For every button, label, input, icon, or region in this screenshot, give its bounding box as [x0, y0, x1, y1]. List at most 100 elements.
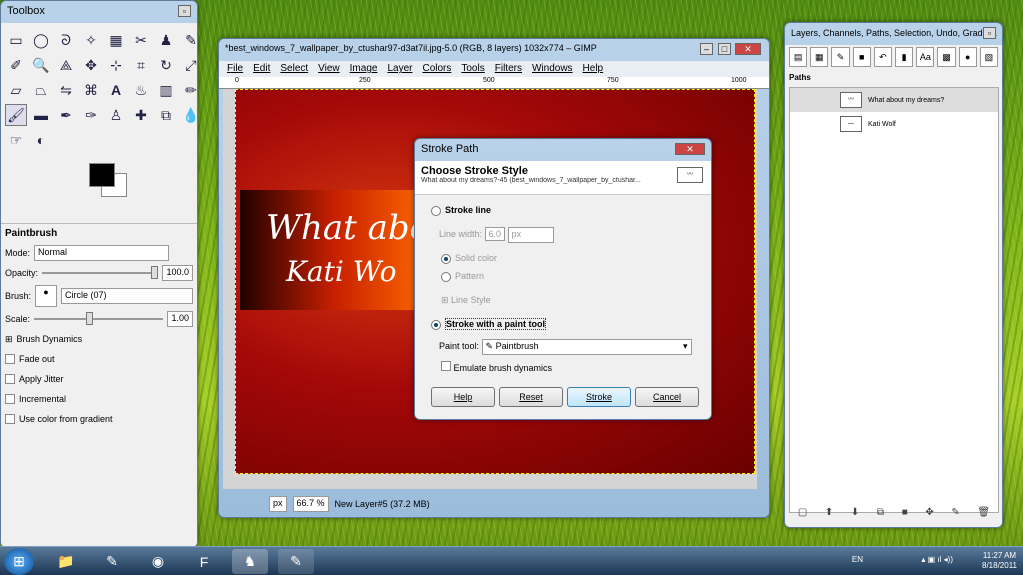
notepad-icon[interactable]: ✎	[94, 549, 130, 574]
maximize-icon[interactable]: □	[718, 43, 731, 55]
channels-tab-icon[interactable]: ▦	[810, 47, 829, 67]
scale-tool-icon[interactable]: ⤢	[180, 54, 197, 76]
emulate-dynamics-checkbox[interactable]	[441, 361, 451, 371]
incremental-checkbox[interactable]	[5, 394, 15, 404]
color-select-tool-icon[interactable]: ▦	[105, 29, 127, 51]
menu-item[interactable]: Layer	[387, 63, 412, 75]
pencil-tool-icon[interactable]: ✏	[180, 79, 197, 101]
shear-tool-icon[interactable]: ▱	[5, 79, 27, 101]
raise-icon[interactable]: ⬆	[825, 507, 833, 523]
line-unit-select[interactable]: px	[507, 227, 554, 243]
cage-tool-icon[interactable]: ⌘	[80, 79, 102, 101]
menu-item[interactable]: Windows	[532, 63, 573, 75]
menu-item[interactable]: View	[318, 63, 340, 75]
opacity-slider[interactable]	[42, 266, 159, 279]
layers-titlebar[interactable]: Layers, Channels, Paths, Selection, Undo…	[785, 23, 1002, 45]
menu-item[interactable]: Edit	[253, 63, 270, 75]
paths-tab-icon[interactable]: ✎	[831, 47, 850, 67]
gimp-task-icon[interactable]: ✎	[278, 549, 314, 574]
cancel-button[interactable]: Cancel	[635, 387, 699, 407]
paint-path-icon[interactable]: ✎	[951, 507, 959, 523]
bucket-fill-tool-icon[interactable]: ♨	[130, 79, 152, 101]
delete-icon[interactable]: 🗑	[977, 507, 990, 523]
fade-out-checkbox[interactable]	[5, 354, 15, 364]
help-button[interactable]: Help	[431, 387, 495, 407]
smudge-tool-icon[interactable]: ☞	[5, 129, 27, 151]
foreground-select-tool-icon[interactable]: ♟	[155, 29, 177, 51]
language-indicator[interactable]: EN	[852, 555, 863, 565]
blur-tool-icon[interactable]: 💧	[180, 104, 197, 126]
menu-item[interactable]: File	[227, 63, 243, 75]
menu-item[interactable]: Help	[583, 63, 604, 75]
layers-tab-icon[interactable]: ▤	[789, 47, 808, 67]
chrome-icon[interactable]: ◉	[140, 549, 176, 574]
color-picker-tool-icon[interactable]: ✐	[5, 54, 27, 76]
fuzzy-select-tool-icon[interactable]: ✧	[80, 29, 102, 51]
use-gradient-checkbox[interactable]	[5, 414, 15, 424]
close-icon[interactable]: ▫	[178, 5, 191, 17]
brushes-tab-icon[interactable]: ●	[958, 47, 977, 67]
brush-preview[interactable]: ●	[35, 285, 58, 307]
measure-tool-icon[interactable]: ⟁	[55, 54, 77, 76]
pattern-radio[interactable]	[441, 271, 451, 282]
clone-tool-icon[interactable]: ♙	[105, 104, 127, 126]
toolbox-titlebar[interactable]: Toolbox ▫	[1, 1, 197, 23]
line-width-input[interactable]: 6.0	[484, 227, 506, 241]
start-button[interactable]: ⊞	[4, 548, 34, 575]
brush-dynamics-label[interactable]: Brush Dynamics	[17, 334, 83, 344]
path-row[interactable]: — Kati Wolf	[790, 112, 998, 136]
menu-item[interactable]: Filters	[495, 63, 522, 75]
menu-item[interactable]: Colors	[422, 63, 451, 75]
gimp-titlebar[interactable]: *best_windows_7_wallpaper_by_ctushar97-d…	[219, 39, 769, 61]
patterns-tab-icon[interactable]: ▧	[979, 47, 999, 67]
expand-icon[interactable]: ⊞	[441, 295, 451, 305]
gimp-icon[interactable]: ♞	[232, 549, 268, 574]
rect-select-tool-icon[interactable]: ▭	[5, 29, 27, 51]
stroke-line-radio[interactable]	[431, 205, 441, 216]
line-style-expander[interactable]: Line Style	[451, 295, 491, 305]
solid-color-radio[interactable]	[441, 253, 451, 264]
eraser-tool-icon[interactable]: ▬	[30, 104, 52, 126]
perspective-clone-tool-icon[interactable]: ⧉	[155, 104, 177, 126]
explorer-icon[interactable]: 📁	[48, 549, 84, 574]
unit-select[interactable]: px	[269, 496, 287, 512]
text-tool-icon[interactable]: A	[105, 79, 127, 101]
airbrush-tool-icon[interactable]: ✒	[55, 104, 77, 126]
zoom-select[interactable]: 66.7 %	[292, 496, 329, 512]
scale-input[interactable]: 1.00	[167, 311, 193, 327]
path-to-selection-icon[interactable]: ■	[902, 507, 908, 523]
brush-name[interactable]: Circle (07)	[61, 288, 193, 304]
clock[interactable]: 11:27 AM 8/18/2011	[982, 551, 1017, 571]
selection-to-path-icon[interactable]: ✥	[925, 507, 933, 523]
paint-tool-select[interactable]: ✎ Paintbrush ▾	[481, 339, 692, 355]
colormap-tab-icon[interactable]: ■	[852, 47, 871, 67]
fonts-tab-icon[interactable]: Aa	[916, 47, 935, 67]
align-tool-icon[interactable]: ⊹	[105, 54, 127, 76]
palette-tab-icon[interactable]: ▩	[937, 47, 956, 67]
undo-tab-icon[interactable]: ↶	[873, 47, 893, 67]
menu-item[interactable]: Image	[350, 63, 378, 75]
gradient-tab-icon[interactable]: ▮	[895, 47, 914, 67]
zoom-tool-icon[interactable]: 🔍	[30, 54, 52, 76]
close-icon[interactable]: ✕	[735, 43, 761, 55]
close-icon[interactable]: ✕	[675, 143, 705, 155]
menu-item[interactable]: Tools	[461, 63, 484, 75]
duplicate-icon[interactable]: ⧉	[877, 507, 884, 523]
foreground-color[interactable]	[89, 163, 115, 187]
heal-tool-icon[interactable]: ✚	[130, 104, 152, 126]
tray-icons[interactable]: ▴ ▣ ıl ◂))	[921, 555, 953, 565]
dialog-titlebar[interactable]: Stroke Path ✕	[415, 139, 711, 161]
close-icon[interactable]: ▫	[983, 27, 996, 39]
rotate-tool-icon[interactable]: ↻	[155, 54, 177, 76]
opacity-input[interactable]: 100.0	[162, 265, 193, 281]
ellipse-select-tool-icon[interactable]: ◯	[30, 29, 52, 51]
ink-tool-icon[interactable]: ✑	[80, 104, 102, 126]
app-icon[interactable]: F	[186, 549, 222, 574]
expand-icon[interactable]: ⊞	[5, 334, 13, 345]
flip-tool-icon[interactable]: ⇋	[55, 79, 77, 101]
reset-button[interactable]: Reset	[499, 387, 563, 407]
paintbrush-tool-icon[interactable]: 🖌	[5, 104, 27, 126]
lower-icon[interactable]: ⬇	[851, 507, 859, 523]
stroke-paint-radio[interactable]	[431, 319, 441, 330]
apply-jitter-checkbox[interactable]	[5, 374, 15, 384]
